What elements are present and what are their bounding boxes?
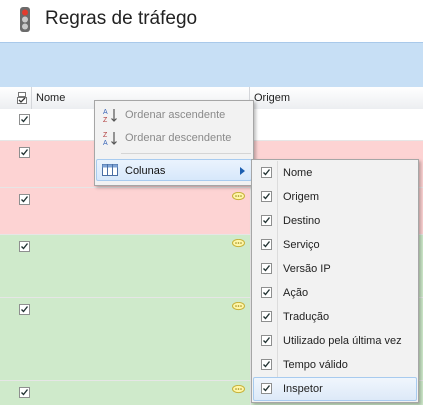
columns-submenu: Nome Origem Destino Serviço Versão IP Aç… (251, 159, 419, 403)
column-toggle-nome[interactable]: Nome (253, 161, 417, 185)
column-toggle-inspetor[interactable]: Inspetor (253, 377, 417, 401)
menu-item-sort-descending[interactable]: Z A Ordenar descendente (96, 127, 252, 149)
menu-item-sort-ascending[interactable]: A Z Ordenar ascendente (96, 104, 252, 126)
checkbox[interactable] (261, 383, 272, 394)
checkbox[interactable] (261, 311, 272, 322)
checkbox[interactable] (261, 287, 272, 298)
column-toggle-utilizado[interactable]: Utilizado pela última vez (253, 329, 417, 353)
checkbox[interactable] (261, 335, 272, 346)
comment-icon[interactable] (232, 239, 245, 248)
column-toggle-traducao[interactable]: Tradução (253, 305, 417, 329)
submenu-arrow-icon (240, 167, 245, 175)
menu-item-columns[interactable]: Colunas (96, 159, 252, 181)
menu-item-label: Colunas (125, 165, 166, 177)
svg-text:Z: Z (103, 132, 108, 139)
sort-descending-icon: Z A (103, 132, 117, 146)
select-all-icon (17, 92, 27, 104)
column-toggle-label: Nome (283, 167, 313, 179)
checkbox[interactable] (261, 215, 272, 226)
column-toggle-tempo-valido[interactable]: Tempo válido (253, 353, 417, 377)
sort-ascending-icon: A Z (103, 109, 117, 123)
comment-icon[interactable] (232, 302, 245, 311)
row-checkbox[interactable] (19, 304, 30, 315)
column-toggle-label: Origem (283, 191, 320, 203)
column-toggle-origem[interactable]: Origem (253, 185, 417, 209)
svg-text:A: A (103, 109, 108, 116)
row-checkbox[interactable] (19, 194, 30, 205)
checkbox[interactable] (261, 263, 272, 274)
svg-text:A: A (103, 140, 108, 146)
column-context-menu: A Z Ordenar ascendente Z A Ordenar desce… (94, 100, 254, 186)
checkbox[interactable] (261, 359, 272, 370)
row-checkbox[interactable] (19, 241, 30, 252)
column-toggle-label: Ação (283, 287, 309, 299)
menu-item-label: Ordenar ascendente (125, 109, 226, 121)
title-bar: Regras de tráfego (0, 0, 423, 42)
column-toggle-label: Tempo válido (283, 359, 348, 371)
traffic-light-icon (20, 7, 30, 32)
page-title: Regras de tráfego (45, 8, 198, 29)
columns-icon (102, 164, 118, 176)
column-header-origem[interactable]: Origem (250, 87, 423, 109)
header-select-all[interactable] (0, 87, 32, 109)
svg-text:Z: Z (103, 117, 108, 123)
menu-separator (121, 153, 251, 154)
checkbox[interactable] (261, 239, 272, 250)
column-toggle-versao-ip[interactable]: Versão IP (253, 257, 417, 281)
checkbox[interactable] (261, 191, 272, 202)
column-toggle-label: Inspetor (283, 383, 323, 395)
checkbox[interactable] (261, 167, 272, 178)
column-toggle-destino[interactable]: Destino (253, 209, 417, 233)
row-checkbox[interactable] (19, 147, 30, 158)
row-checkbox[interactable] (19, 114, 30, 125)
column-toggle-servico[interactable]: Serviço (253, 233, 417, 257)
comment-icon[interactable] (232, 192, 245, 201)
column-toggle-label: Tradução (283, 311, 330, 323)
column-toggle-label: Versão IP (283, 263, 331, 275)
row-checkbox[interactable] (19, 387, 30, 398)
column-toggle-acao[interactable]: Ação (253, 281, 417, 305)
column-toggle-label: Serviço (283, 239, 320, 251)
toolbar-area (0, 42, 423, 88)
menu-item-label: Ordenar descendente (125, 132, 232, 144)
comment-icon[interactable] (232, 385, 245, 394)
column-toggle-label: Destino (283, 215, 321, 227)
column-toggle-label: Utilizado pela última vez (283, 335, 402, 347)
